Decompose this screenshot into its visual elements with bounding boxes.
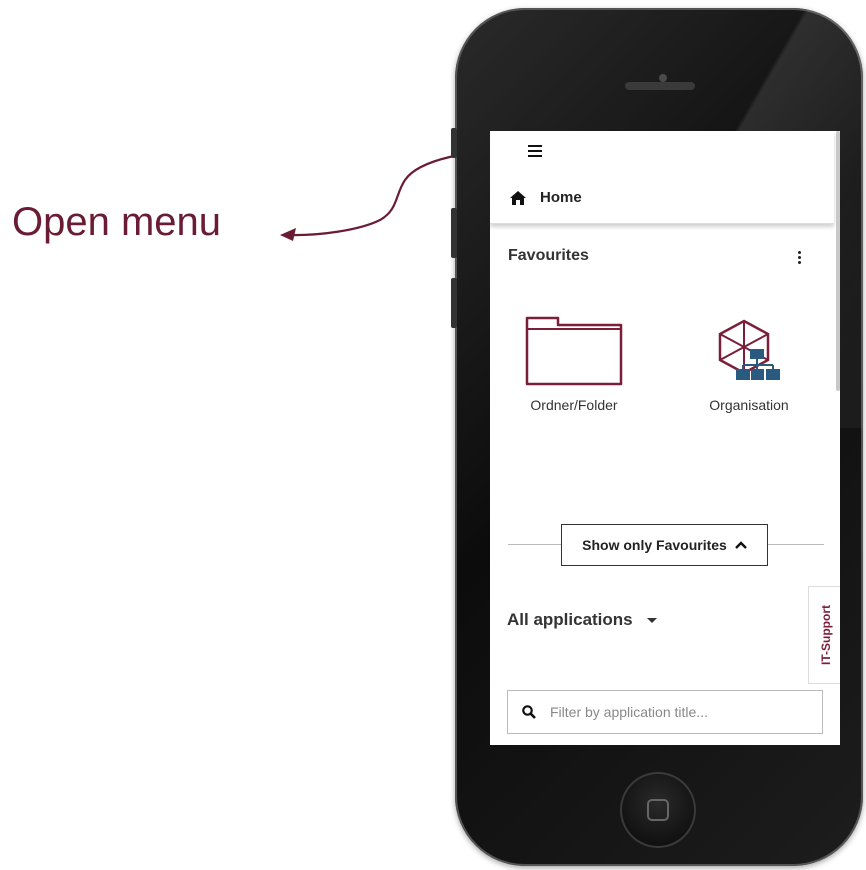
tile-ordner-folder[interactable]: Ordner/Folder <box>514 315 634 413</box>
tile-label: Ordner/Folder <box>530 397 618 413</box>
home-button-square <box>647 799 669 821</box>
divider-right <box>768 544 824 545</box>
home-button <box>620 772 696 848</box>
earpiece-speaker <box>625 82 695 90</box>
tile-organisation[interactable]: Organisation <box>690 319 808 413</box>
scrollbar[interactable] <box>836 131 840 391</box>
filter-field[interactable] <box>507 690 823 734</box>
all-applications-label: All applications <box>507 610 633 629</box>
app-screen: Home Favourites Ordner/Folder Organisati… <box>490 131 840 745</box>
open-menu-annotation: Open menu <box>12 200 222 244</box>
home-icon <box>510 190 526 205</box>
tile-label: Organisation <box>709 397 789 413</box>
vertical-ellipsis-icon[interactable] <box>796 251 802 269</box>
favourites-title: Favourites <box>508 247 589 264</box>
volume-up-button <box>451 208 457 258</box>
all-applications-dropdown[interactable]: All applications <box>507 610 657 630</box>
divider-left <box>508 544 568 545</box>
breadcrumb-home[interactable]: Home <box>510 189 582 206</box>
caret-down-icon <box>646 617 657 623</box>
show-only-favourites-label: Show only Favourites <box>582 537 727 553</box>
front-camera <box>659 74 667 82</box>
search-icon <box>522 705 536 719</box>
org-chart-icon <box>718 319 780 380</box>
chevron-up-icon <box>734 541 747 549</box>
show-only-favourites-button[interactable]: Show only Favourites <box>561 524 768 566</box>
mute-switch <box>451 128 457 158</box>
it-support-label: IT-Support <box>818 605 833 665</box>
filter-input[interactable] <box>548 703 792 721</box>
it-support-tab[interactable]: IT-Support <box>808 586 840 684</box>
home-label: Home <box>540 189 582 206</box>
folder-icon <box>525 316 623 386</box>
hamburger-icon[interactable] <box>528 145 542 159</box>
top-bar: Home <box>490 131 834 224</box>
volume-down-button <box>451 278 457 328</box>
